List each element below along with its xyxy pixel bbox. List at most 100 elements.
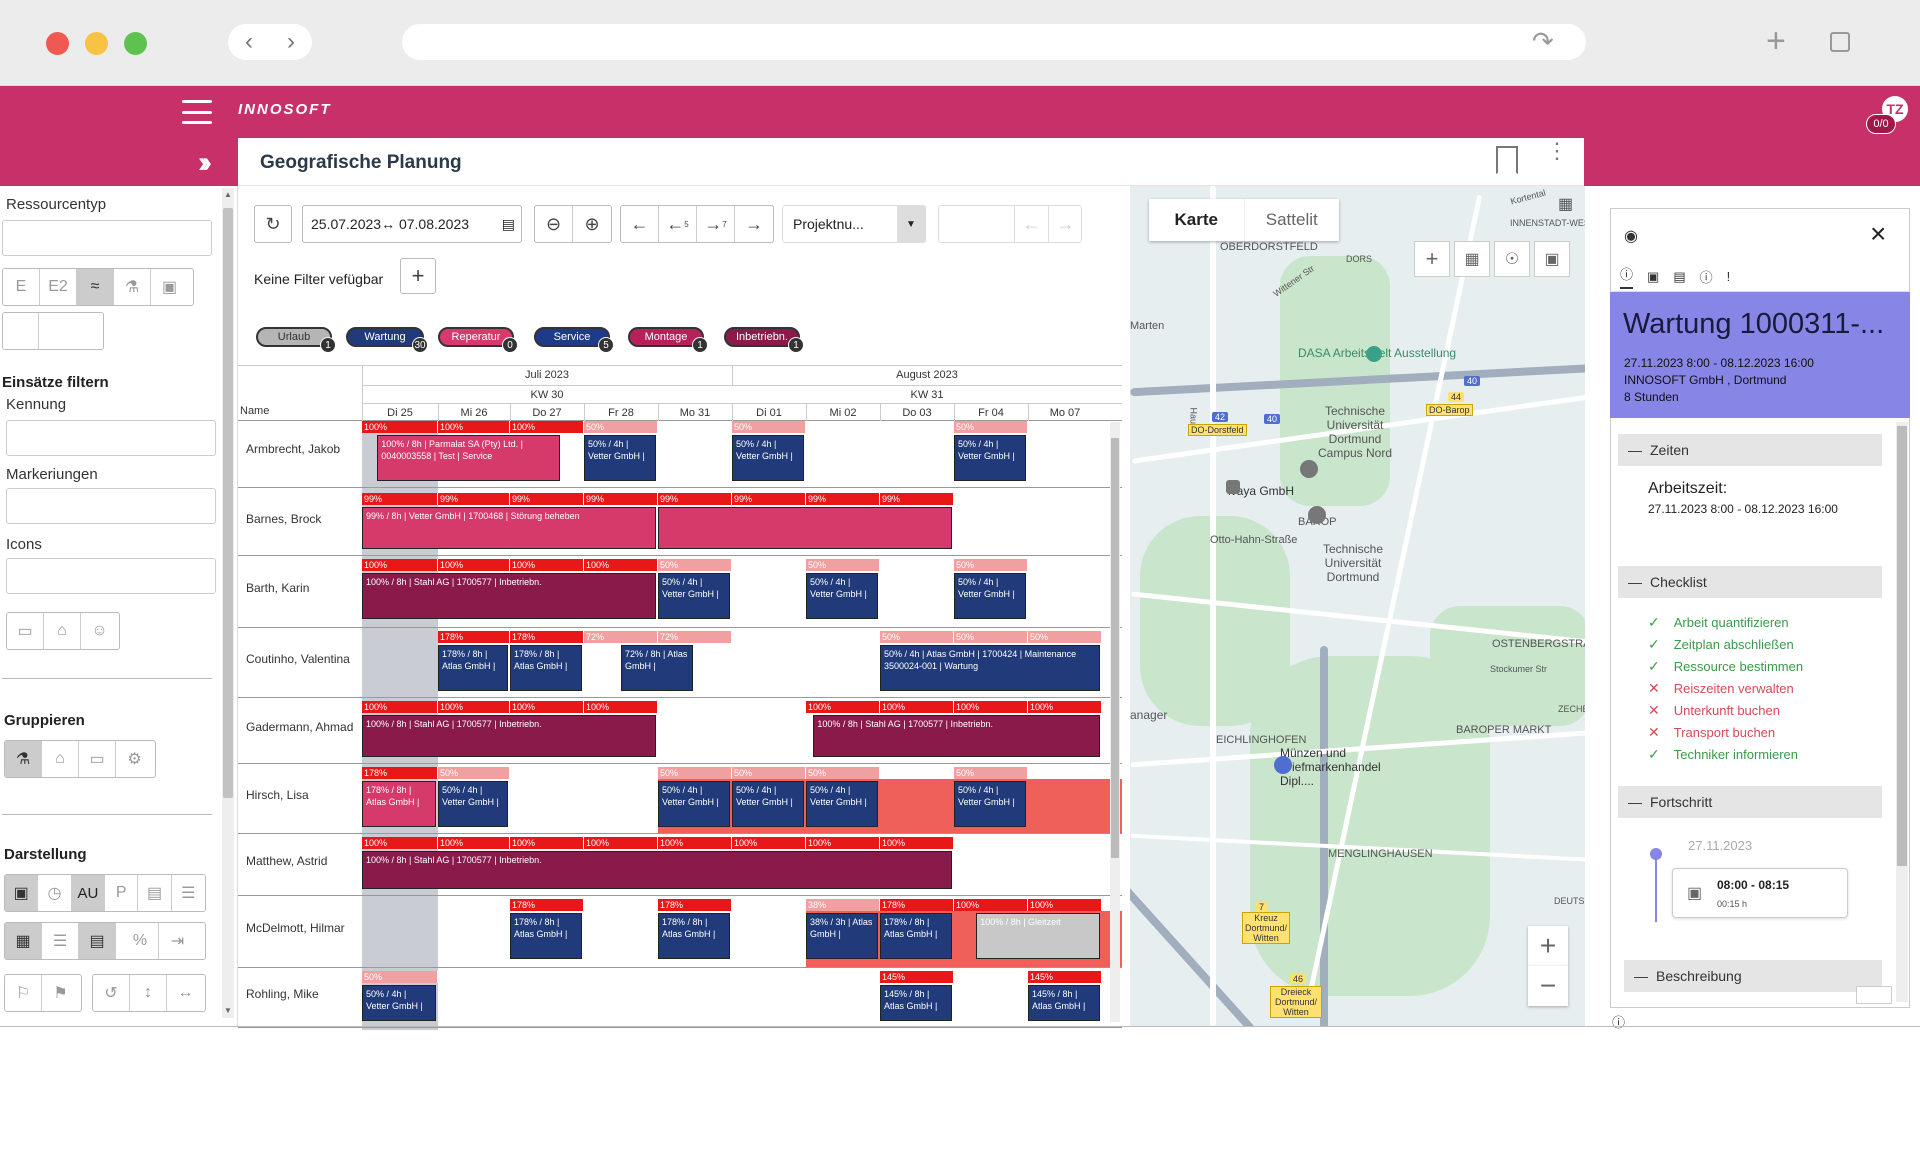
eye-icon[interactable]: ◉: [1624, 226, 1638, 246]
next-icon[interactable]: →: [735, 206, 773, 242]
assignment-bar[interactable]: 50% / 4h | Vetter GmbH |: [658, 781, 730, 827]
alert-icon[interactable]: !: [1727, 269, 1731, 284]
checklist-item[interactable]: ✕ Transport buchen: [1648, 724, 1775, 741]
document-icon[interactable]: ▤: [79, 923, 116, 959]
assignment-bar[interactable]: 178% / 8h | Atlas GmbH |: [362, 781, 436, 827]
group-person-icon[interactable]: ⚗: [5, 741, 42, 777]
help-circle-icon[interactable]: ⓘ: [1612, 1012, 1625, 1031]
step-forward-button[interactable]: → 7: [697, 206, 735, 242]
p-button[interactable]: P: [105, 875, 139, 911]
markierungen-input[interactable]: [6, 488, 216, 524]
table-icon[interactable]: ▦: [5, 923, 42, 959]
people-icon[interactable]: ☺: [81, 613, 118, 649]
refresh-button[interactable]: ↻: [254, 205, 292, 243]
assignment-bar[interactable]: 50% / 4h | Atlas GmbH | 1700424 | Mainte…: [880, 645, 1100, 691]
scroll-down-icon[interactable]: ▼: [224, 1006, 232, 1015]
assignment-bar[interactable]: 100% / 8h | Stahl AG | 1700577 | Inbetri…: [362, 715, 656, 757]
add-filter-button[interactable]: +: [400, 258, 436, 294]
type-e-button[interactable]: E: [3, 269, 40, 305]
collapse-icon[interactable]: ⇥: [159, 923, 196, 959]
assignment-bar[interactable]: 145% / 8h | Atlas GmbH |: [1028, 985, 1100, 1021]
folder-icon[interactable]: ▭: [7, 613, 44, 649]
detail-scroll-thumb[interactable]: [1897, 426, 1907, 866]
money-icon[interactable]: ▣: [1647, 269, 1659, 285]
calendar-picker-icon[interactable]: ▤: [502, 216, 515, 233]
window-minimize-button[interactable]: [85, 32, 108, 55]
section-beschreibung[interactable]: — Beschreibung: [1624, 960, 1882, 992]
zoom-in-icon[interactable]: ⊕: [573, 206, 611, 242]
rows-icon[interactable]: ☰: [42, 923, 79, 959]
type-empty-button-1[interactable]: [3, 313, 39, 349]
assignment-bar[interactable]: 50% / 4h | Vetter GmbH |: [438, 781, 508, 827]
assignment-bar[interactable]: 50% / 4h | Vetter GmbH |: [732, 435, 804, 481]
tool-icon[interactable]: ≈: [77, 269, 114, 305]
checklist-item[interactable]: ✓ Zeitplan abschließen: [1648, 636, 1794, 653]
calendar-icon[interactable]: ▤: [138, 875, 172, 911]
search-prev-icon[interactable]: ←: [1014, 205, 1048, 243]
museum-pin-icon[interactable]: [1366, 346, 1382, 362]
checklist-item[interactable]: ✕ Unterkunft buchen: [1648, 702, 1780, 719]
add-marker-button[interactable]: +: [1414, 241, 1450, 277]
table-view-icon[interactable]: ▦: [1454, 241, 1490, 277]
search-next-icon[interactable]: →: [1048, 205, 1082, 243]
window-maximize-button[interactable]: [124, 32, 147, 55]
assignment-bar[interactable]: 72% / 8h | Atlas GmbH |: [621, 645, 693, 691]
assignment-bar[interactable]: 50% / 4h | Vetter GmbH |: [362, 985, 436, 1021]
assignment-bar[interactable]: 50% / 4h | Vetter GmbH |: [806, 573, 878, 619]
assignment-bar[interactable]: 145% / 8h | Atlas GmbH |: [880, 985, 952, 1021]
assignment-bar[interactable]: 100% / 8h | Parmalat SA (Pty) Ltd. | 004…: [377, 435, 560, 481]
menu-icon[interactable]: [182, 100, 212, 124]
apps-grid-icon[interactable]: ▦: [1558, 194, 1573, 214]
step-back-button[interactable]: ← 5: [659, 206, 697, 242]
group-home-icon[interactable]: ⌂: [42, 741, 79, 777]
flag-outline-icon[interactable]: ⚐: [5, 975, 42, 1011]
person-icon[interactable]: ⚗: [114, 269, 151, 305]
section-fortschritt[interactable]: — Fortschritt: [1618, 786, 1882, 818]
checklist-item[interactable]: ✓ Techniker informieren: [1648, 746, 1798, 763]
tabs-overview-icon[interactable]: [1830, 32, 1850, 52]
compass-icon[interactable]: ☉: [1494, 241, 1530, 277]
resource-name[interactable]: Gadermann, Ahmad: [246, 720, 353, 734]
horizontal-resize-icon[interactable]: ↔: [167, 975, 204, 1011]
kennung-input[interactable]: [6, 420, 216, 456]
au-button[interactable]: AU: [71, 875, 106, 911]
address-bar[interactable]: [402, 24, 1586, 60]
zoom-out-icon[interactable]: ⊖: [535, 206, 573, 242]
vehicle-icon[interactable]: ▣: [151, 269, 188, 305]
info-icon[interactable]: ⓘ: [1620, 264, 1634, 289]
clock-icon[interactable]: ◷: [38, 875, 72, 911]
assignment-bar[interactable]: 178% / 8h | Atlas GmbH |: [880, 913, 952, 959]
forward-icon[interactable]: ›: [287, 28, 295, 56]
back-icon[interactable]: ‹: [245, 28, 253, 56]
calendar-tab-icon[interactable]: ▤: [1673, 269, 1685, 285]
resource-name[interactable]: McDelmott, Hilmar: [246, 921, 345, 935]
assignment-bar[interactable]: 100% / 8h | Stahl AG | 1700577 | Inbetri…: [362, 851, 952, 889]
assignment-bar[interactable]: 178% / 8h | Atlas GmbH |: [510, 913, 582, 959]
home-icon[interactable]: ⌂: [44, 613, 81, 649]
help-icon[interactable]: ⓘ: [1700, 267, 1713, 286]
assignment-bar[interactable]: 178% / 8h | Atlas GmbH |: [510, 645, 582, 691]
car-clock-icon[interactable]: ▣: [5, 875, 39, 911]
new-tab-icon[interactable]: +: [1766, 22, 1786, 61]
assignment-bar[interactable]: [658, 507, 952, 549]
share-icon[interactable]: ↷: [1532, 26, 1554, 57]
assignment-bar[interactable]: 50% / 4h | Vetter GmbH |: [658, 573, 730, 619]
section-zeiten[interactable]: — Zeiten: [1618, 434, 1882, 466]
resource-name[interactable]: Barnes, Brock: [246, 512, 321, 526]
close-icon[interactable]: ×: [1870, 218, 1886, 250]
layers-icon[interactable]: ☰: [171, 875, 205, 911]
history-icon[interactable]: ↺: [93, 975, 130, 1011]
flag-icon[interactable]: ⚑: [42, 975, 79, 1011]
group-folder-icon[interactable]: ▭: [79, 741, 116, 777]
resource-name[interactable]: Coutinho, Valentina: [246, 652, 350, 666]
tab-map[interactable]: Karte: [1149, 199, 1244, 241]
university-pin-icon[interactable]: [1308, 506, 1326, 524]
assignment-bar[interactable]: 100% / 8h | Stahl AG | 1700577 | Inbetri…: [362, 573, 656, 619]
prev-icon[interactable]: ←: [621, 206, 659, 242]
car-icon[interactable]: ▣: [1534, 241, 1570, 277]
expand-sidebar-icon[interactable]: ››: [198, 146, 212, 180]
gantt-scroll-thumb[interactable]: [1111, 438, 1119, 858]
more-options-icon[interactable]: ⋮: [1546, 140, 1568, 162]
assignment-bar[interactable]: 178% / 8h | Atlas GmbH |: [438, 645, 508, 691]
map[interactable]: OBERDORSTFELD Marten DASA Arbeitswelt Au…: [1130, 186, 1585, 1026]
